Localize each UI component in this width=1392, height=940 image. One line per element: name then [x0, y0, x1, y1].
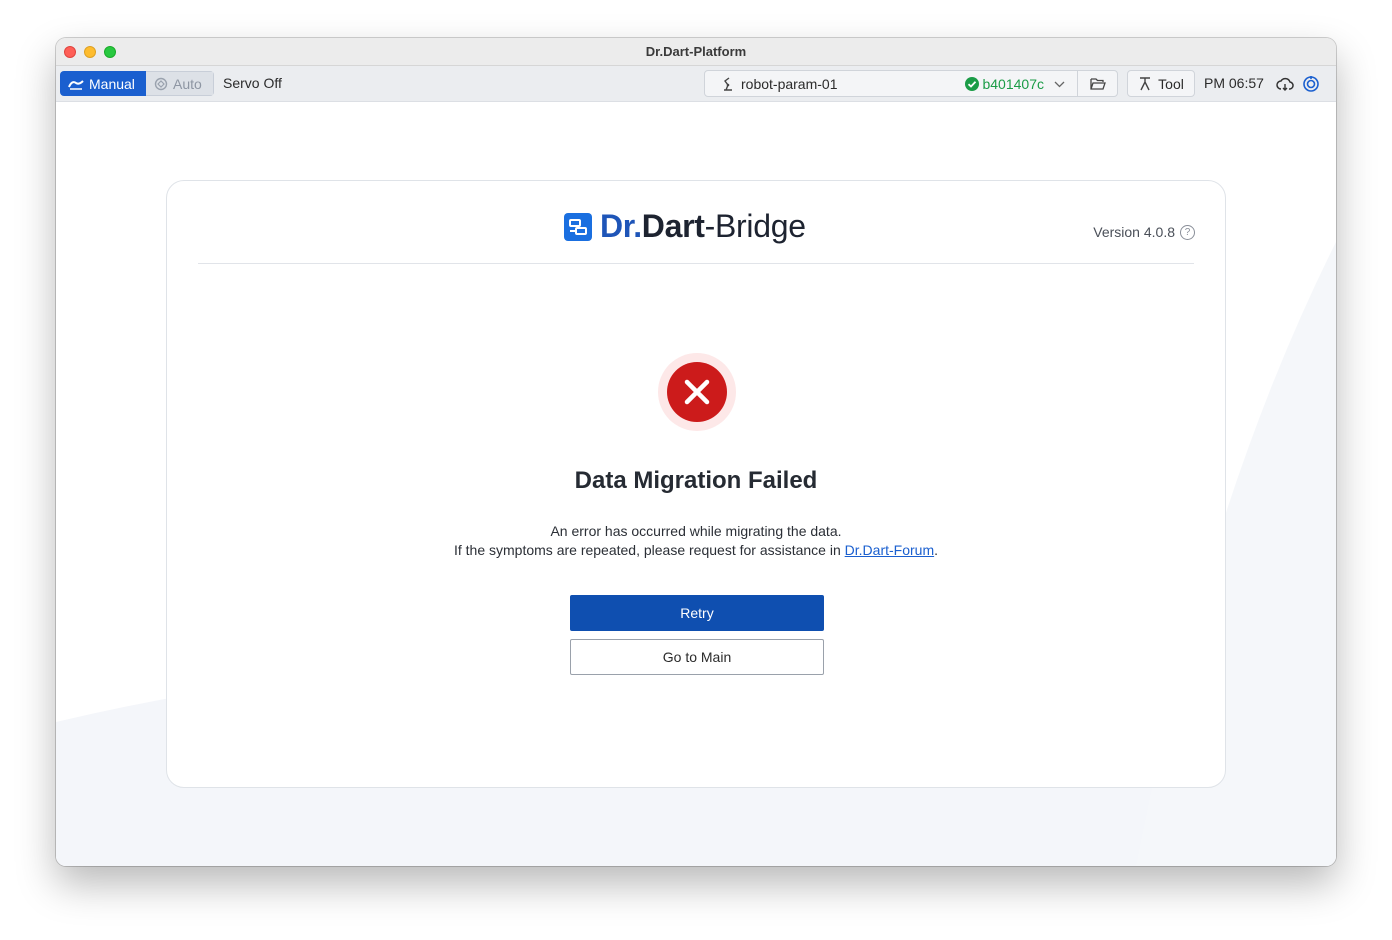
error-icon-circle — [667, 362, 727, 422]
robot-selector[interactable]: robot-param-01 b401407c — [704, 70, 1118, 97]
error-icon-halo — [658, 353, 736, 431]
go-to-main-button[interactable]: Go to Main — [570, 639, 824, 675]
retry-button[interactable]: Retry — [570, 595, 824, 631]
folder-open-icon — [1089, 78, 1106, 90]
title-bar: Dr.Dart-Platform — [56, 38, 1336, 66]
brand-text-dot: . — [633, 208, 642, 244]
version-text: Version 4.0.8 — [1093, 224, 1175, 240]
header-divider — [198, 263, 1194, 264]
tool-label: Tool — [1158, 75, 1184, 92]
main-content: Dr.Dart-Bridge Version 4.0.8 ? Data Migr… — [56, 102, 1336, 866]
robot-hash-text: b401407c — [982, 75, 1044, 92]
error-message: An error has occurred while migrating th… — [167, 522, 1225, 560]
help-icon[interactable]: ? — [1180, 224, 1195, 240]
migration-card: Dr.Dart-Bridge Version 4.0.8 ? Data Migr… — [166, 180, 1226, 788]
power-cycle-icon[interactable] — [1302, 75, 1320, 93]
error-message-prefix: If the symptoms are repeated, please req… — [454, 542, 845, 558]
app-window: Dr.Dart-Platform Manual Auto Servo Off r… — [56, 38, 1336, 866]
mode-toggle: Manual Auto — [60, 71, 214, 96]
tool-icon — [1140, 76, 1151, 90]
error-message-line1: An error has occurred while migrating th… — [550, 523, 842, 539]
check-circle-icon — [965, 76, 980, 91]
brand-logo: Dr.Dart-Bridge — [564, 208, 806, 245]
manual-mode-icon — [68, 79, 84, 90]
robot-selector-main[interactable]: robot-param-01 — [705, 71, 965, 96]
brand-text-dart: Dart — [641, 208, 705, 244]
auto-mode-label: Auto — [173, 75, 202, 92]
tool-button[interactable]: Tool — [1127, 70, 1195, 97]
auto-mode-icon — [154, 77, 168, 90]
brand-text-dr: Dr — [600, 208, 634, 244]
error-title: Data Migration Failed — [574, 467, 818, 494]
robot-name: robot-param-01 — [741, 75, 838, 92]
manual-mode-button[interactable]: Manual — [60, 71, 146, 96]
error-x-icon — [684, 379, 710, 405]
forum-link[interactable]: Dr.Dart-Forum — [845, 542, 934, 558]
brand-text-bridge: Bridge — [714, 208, 806, 244]
version-info: Version 4.0.8 ? — [1093, 224, 1195, 240]
manual-mode-label: Manual — [89, 75, 135, 92]
robot-dropdown-chevron[interactable] — [1050, 77, 1077, 91]
robot-version-hash: b401407c — [965, 76, 1050, 92]
error-message-line2: If the symptoms are repeated, please req… — [167, 541, 1225, 560]
clock: PM 06:57 — [1204, 75, 1264, 91]
chevron-down-icon — [1054, 81, 1065, 87]
servo-status: Servo Off — [223, 75, 282, 91]
top-toolbar: Manual Auto Servo Off robot-param-01 b40… — [56, 66, 1336, 102]
brand-text-dash: - — [704, 208, 716, 244]
cloud-sync-icon[interactable] — [1276, 75, 1294, 93]
auto-mode-button[interactable]: Auto — [146, 71, 214, 96]
robot-arm-icon — [724, 76, 732, 91]
window-title: Dr.Dart-Platform — [645, 44, 747, 59]
bridge-logo-icon — [564, 212, 592, 241]
error-message-suffix: . — [934, 542, 938, 558]
open-folder-button[interactable] — [1077, 71, 1117, 96]
